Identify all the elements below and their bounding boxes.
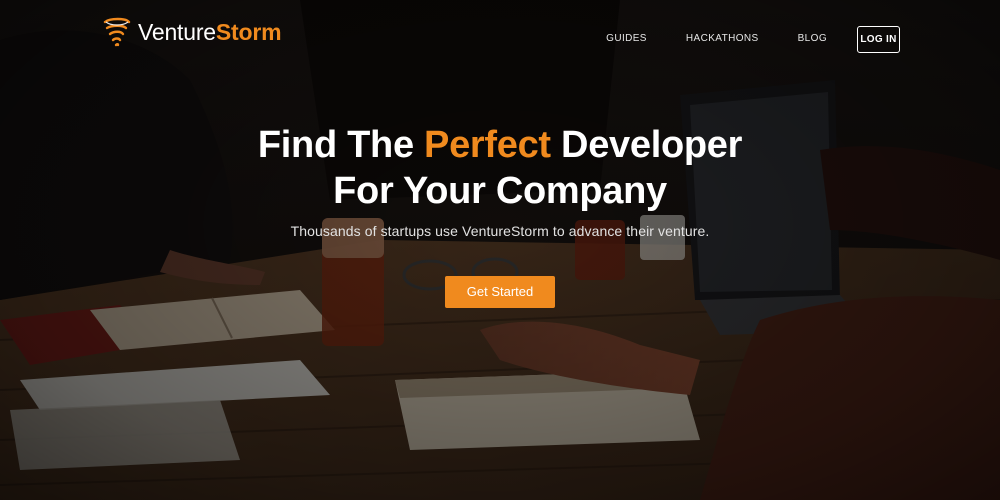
nav-link-guides[interactable]: GUIDES [606, 25, 647, 53]
headline-accent: Perfect [424, 124, 551, 166]
brand-name-part1: Venture [138, 18, 216, 45]
brand-name-part2: Storm [215, 18, 282, 45]
brand-logo[interactable]: VentureStorm [102, 14, 282, 50]
nav-link-hackathons[interactable]: HACKATHONS [686, 25, 759, 53]
headline-pre: Find The [257, 124, 425, 166]
top-nav: VentureStorm GUIDES HACKATHONS BLOG LOG … [0, 0, 1000, 78]
get-started-button[interactable]: Get Started [445, 276, 555, 308]
brand-name: VentureStorm [138, 18, 282, 45]
hero-section: VentureStorm GUIDES HACKATHONS BLOG LOG … [0, 0, 1000, 500]
hero-subheading: Thousands of startups use VentureStorm t… [290, 223, 710, 239]
hero-headline: Find The Perfect Developer For Your Comp… [0, 122, 1000, 214]
login-button[interactable]: LOG IN [857, 25, 900, 53]
nav-links: GUIDES HACKATHONS BLOG LOG IN [606, 25, 900, 53]
tornado-icon [103, 17, 131, 47]
headline-post: Developer [550, 124, 743, 166]
headline-line2: For Your Company [333, 170, 667, 212]
nav-link-blog[interactable]: BLOG [798, 25, 827, 53]
